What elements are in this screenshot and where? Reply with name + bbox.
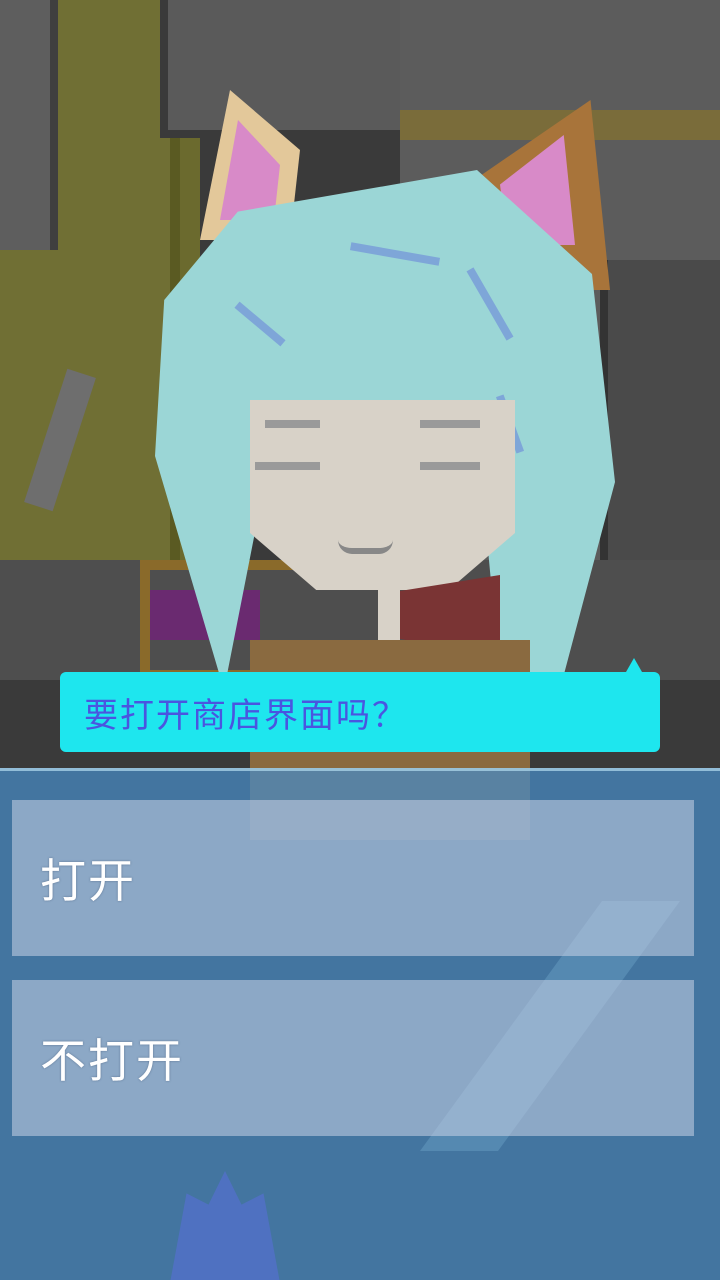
choice-not-open-button[interactable]: 不打开 <box>12 980 694 1136</box>
flame-icon <box>170 1171 280 1280</box>
choice-open-button[interactable]: 打开 <box>12 800 694 956</box>
right-eye <box>420 420 480 428</box>
speech-bubble: 要打开商店界面吗？ <box>60 658 660 752</box>
bg-frame <box>0 0 58 250</box>
game-scene: 要打开商店界面吗？ 打开 不打开 <box>0 0 720 1280</box>
bg-top-box <box>160 0 416 138</box>
left-eye <box>265 420 320 428</box>
choice-not-open-label: 不打开 <box>40 1034 184 1088</box>
right-eye-lower <box>420 462 480 470</box>
mouth <box>338 540 393 554</box>
face <box>250 400 515 590</box>
neck <box>378 580 400 640</box>
left-eye-lower <box>255 462 320 470</box>
choice-open-label: 打开 <box>40 854 136 908</box>
dialog-question: 要打开商店界面吗？ <box>84 695 408 736</box>
